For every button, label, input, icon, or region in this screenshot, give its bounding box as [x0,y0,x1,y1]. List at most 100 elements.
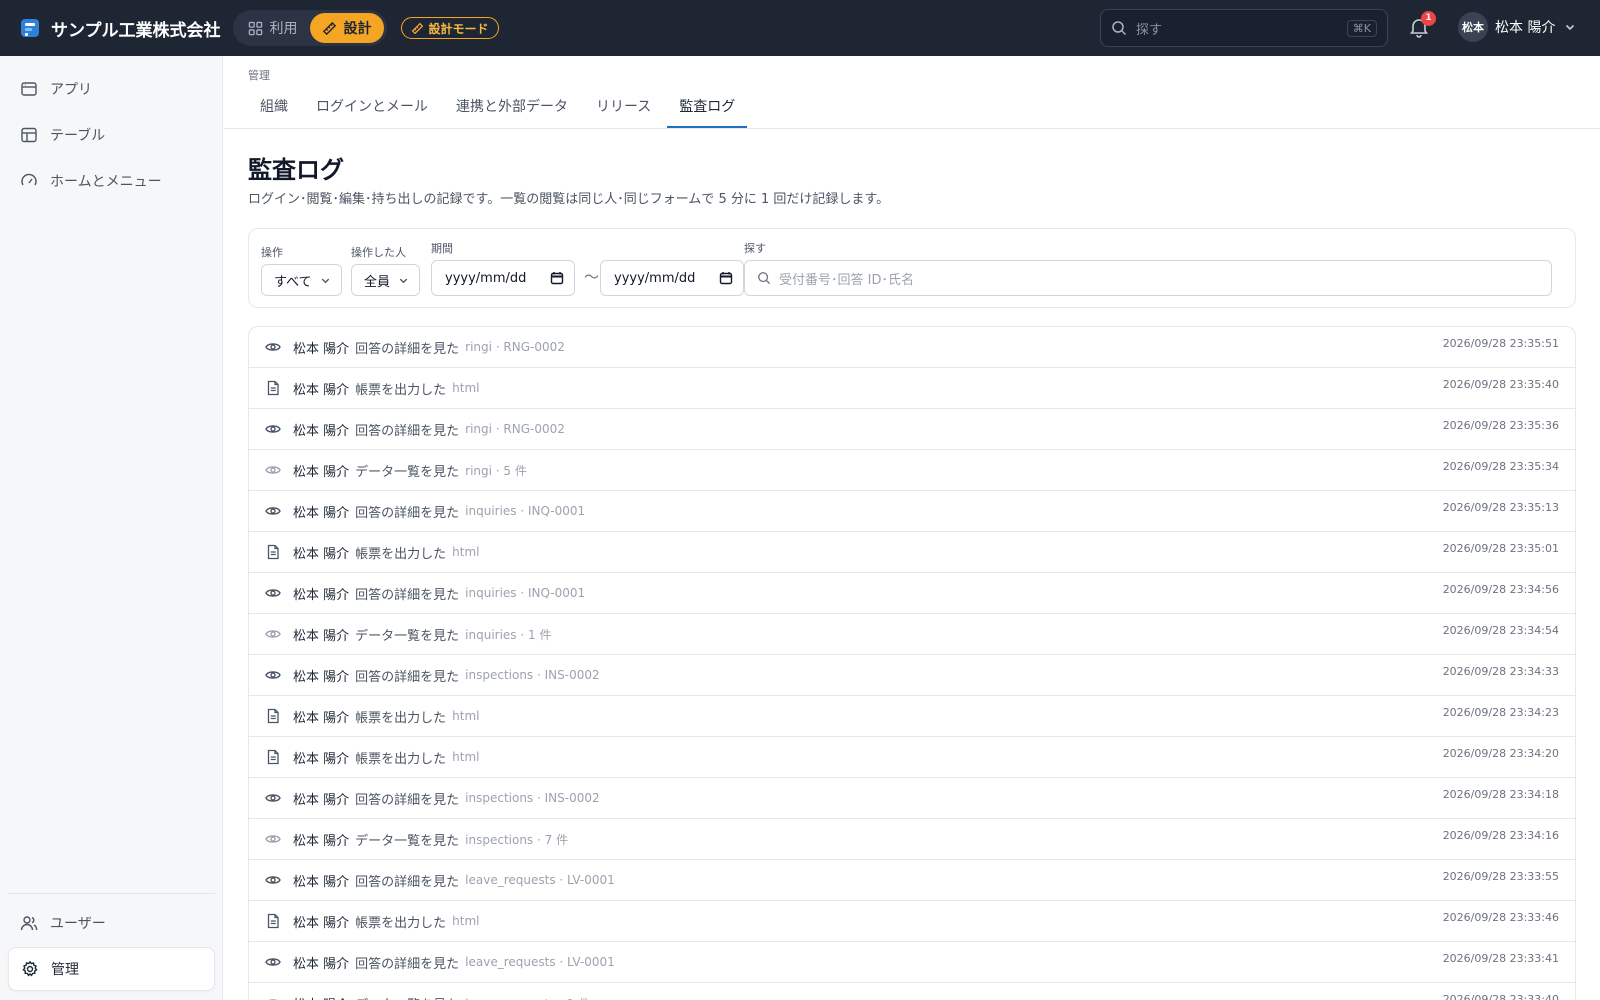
log-action: データ一覧を見た [355,833,460,849]
eye-icon [265,667,281,683]
sidebar-item-label: 管理 [51,962,79,978]
log-timestamp: 2026/09/28 23:33:46 [1442,911,1559,924]
chevron-down-icon [321,278,329,283]
sidebar-item-users[interactable]: ユーザー [8,901,215,945]
eye-icon [265,872,281,888]
global-search-input[interactable]: 探す ⌘K [1100,9,1388,47]
log-detail: ringi · RNG-0002 [465,340,565,354]
operation-select-value: すべて [274,274,312,290]
mode-use-button[interactable]: 利用 [236,13,310,43]
calendar-icon [719,272,733,285]
tab-releases[interactable]: リリース [584,88,663,128]
tab-login-mail[interactable]: ログインとメール [304,88,440,128]
tab-audit-log[interactable]: 監査ログ [667,88,748,128]
log-row[interactable]: 松本 陽介 データ一覧を見た inspections · 7 件 2026/09/28… [249,819,1575,860]
log-action: データ一覧を見た [355,464,460,480]
log-action: データ一覧を見た [355,628,460,644]
log-user-name: 松本 陽介 [293,546,350,562]
log-row[interactable]: 松本 陽介 帳票を出力した html 2026/09/28 23:33:46 [249,901,1575,942]
gear-icon [22,960,38,977]
log-row[interactable]: 松本 陽介 データ一覧を見た ringi · 5 件 2026/09/28 23:35… [249,450,1575,491]
log-user-name: 松本 陽介 [293,956,350,972]
table-icon [21,127,37,143]
log-detail: inquiries · INQ-0001 [465,586,586,600]
eye-icon [265,421,281,437]
log-row[interactable]: 松本 陽介 帳票を出力した html 2026/09/28 23:35:40 [249,368,1575,409]
brand[interactable]: サンプル工業株式会社 [19,16,221,41]
eye-icon [265,954,281,970]
log-detail: leave_requests · LV-0001 [465,955,615,969]
search-shortcut: ⌘K [1346,19,1377,37]
sidebar-item-apps[interactable]: アプリ [8,67,215,111]
log-detail: html [452,381,480,395]
date-to-input[interactable]: yyyy/mm/dd [600,260,744,296]
date-from-input[interactable]: yyyy/mm/dd [431,260,575,296]
log-search-input[interactable]: 受付番号･回答 ID･氏名 [744,260,1552,296]
sidebar-item-admin[interactable]: 管理 [8,947,215,991]
log-row[interactable]: 松本 陽介 回答の詳細を見た ringi · RNG-0002 2026/09/28 … [249,327,1575,368]
log-timestamp: 2026/09/28 23:35:13 [1442,501,1559,514]
log-row[interactable]: 松本 陽介 帳票を出力した html 2026/09/28 23:35:01 [249,532,1575,573]
chevron-down-icon [399,278,408,283]
log-user-name: 松本 陽介 [293,833,350,849]
log-action: 帳票を出力した [355,710,447,726]
log-row[interactable]: 松本 陽介 帳票を出力した html 2026/09/28 23:34:20 [249,737,1575,778]
breadcrumb[interactable]: 管理 [248,67,270,83]
user-menu[interactable]: 松本 松本 陽介 [1458,12,1576,42]
log-detail: html [452,914,480,928]
log-action: 回答の詳細を見た [355,792,460,808]
log-timestamp: 2026/09/28 23:34:23 [1442,706,1559,719]
log-row[interactable]: 松本 陽介 回答の詳細を見た inquiries · INQ-0001 2026/09… [249,491,1575,532]
tab-integrations[interactable]: 連携と外部データ [444,88,580,128]
log-timestamp: 2026/09/28 23:33:55 [1442,870,1559,883]
log-user-name: 松本 陽介 [293,751,350,767]
log-detail: inquiries · 1 件 [465,627,552,642]
document-icon [265,749,281,765]
log-detail: inspections · INS-0002 [465,668,600,682]
log-row[interactable]: 松本 陽介 データ一覧を見た inquiries · 1 件 2026/09/28 2… [249,614,1575,655]
log-action: 帳票を出力した [355,915,447,931]
log-search-placeholder: 受付番号･回答 ID･氏名 [779,272,914,288]
log-timestamp: 2026/09/28 23:34:18 [1442,788,1559,801]
log-action: 回答の詳細を見た [355,956,460,972]
mode-design-button[interactable]: 設計 [309,13,384,43]
log-user-name: 松本 陽介 [293,710,350,726]
log-timestamp: 2026/09/28 23:34:33 [1442,665,1559,678]
log-row[interactable]: 松本 陽介 回答の詳細を見た leave_requests · LV-0001 202… [249,860,1575,901]
log-user-name: 松本 陽介 [293,792,350,808]
log-detail: ringi · RNG-0002 [465,422,565,436]
eye-light-icon [265,626,281,642]
log-detail: html [452,545,480,559]
log-timestamp: 2026/09/28 23:35:51 [1442,337,1559,350]
log-timestamp: 2026/09/28 23:33:40 [1442,993,1559,1000]
operation-filter-label: 操作 [261,246,283,259]
top-bar: サンプル工業株式会社 利用 設計 設計モード 探す ⌘K 1 松本 松本 陽介 [0,0,1600,56]
log-row[interactable]: 松本 陽介 回答の詳細を見た leave_requests · LV-0001 202… [249,942,1575,983]
grid-icon [248,21,262,35]
date-to-value: yyyy/mm/dd [614,270,696,286]
log-row[interactable]: 松本 陽介 回答の詳細を見た inquiries · INQ-0001 2026/09… [249,573,1575,614]
mode-use-label: 利用 [269,21,298,37]
log-row[interactable]: 松本 陽介 回答の詳細を見た inspections · INS-0002 2026/… [249,778,1575,819]
notifications-button[interactable]: 1 [1408,11,1436,40]
eye-light-icon [265,995,281,1000]
calendar-icon [550,272,564,285]
tab-organization[interactable]: 組織 [248,88,300,128]
log-timestamp: 2026/09/28 23:35:36 [1442,419,1559,432]
org-name: サンプル工業株式会社 [51,20,221,41]
ruler-pencil-icon [411,22,423,34]
operation-select[interactable]: すべて [261,264,342,296]
log-row[interactable]: 松本 陽介 回答の詳細を見た inspections · INS-0002 2026/… [249,655,1575,696]
actor-select[interactable]: 全員 [351,264,421,296]
log-row[interactable]: 松本 陽介 帳票を出力した html 2026/09/28 23:34:23 [249,696,1575,737]
log-detail: inspections · INS-0002 [465,791,600,805]
design-mode-label: 設計モード [428,21,489,36]
log-detail: inquiries · INQ-0001 [465,504,586,518]
log-row[interactable]: 松本 陽介データ一覧を見た leave_requests · 1 件 2026/09… [249,983,1575,1000]
period-filter-label: 期間 [431,242,453,255]
eye-light-icon [265,831,281,847]
log-row[interactable]: 松本 陽介 回答の詳細を見た ringi · RNG-0002 2026/09/28 … [249,409,1575,450]
mode-switch: 利用 設計 [232,10,387,46]
sidebar-item-tables[interactable]: テーブル [8,113,215,157]
sidebar-item-home-menu[interactable]: ホームとメニュー [8,159,215,203]
